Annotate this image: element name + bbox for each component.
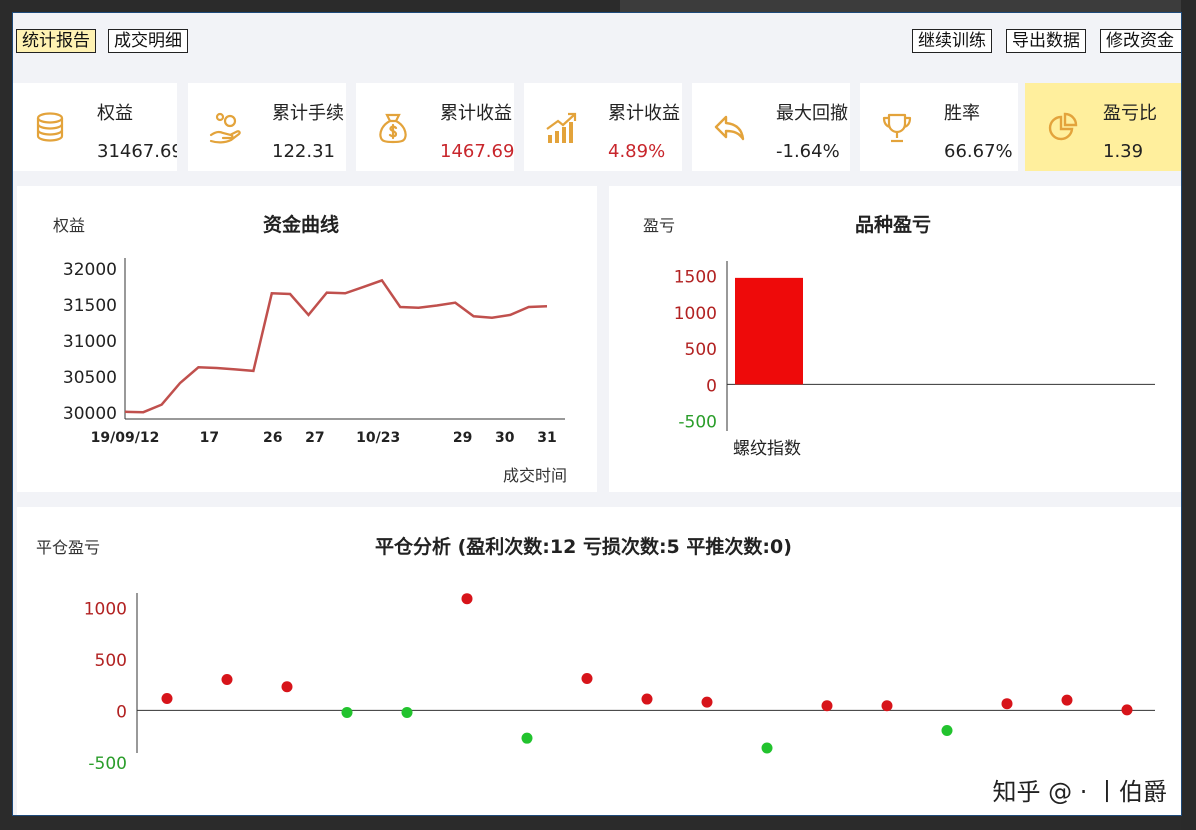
equity-x-tick-label: 30 [495,430,515,446]
coins-stack-icon [36,112,64,142]
equity-x-tick-label: 31 [537,430,556,446]
stat-card-cumulative-profit: 累计收益 1467.69 [356,83,514,171]
close-trade-point [401,706,413,718]
equity-x-tick-label: 29 [453,430,472,446]
stat-value: 1467.69 [440,141,514,162]
variety-y-tick-label: 500 [685,340,717,360]
toolbar: 统计报告 成交明细 继续训练 导出数据 修改资金 [13,13,1181,69]
close-y-tick-label: 500 [95,651,127,671]
close-trade-point [821,700,833,712]
close-trade-point [1121,704,1133,716]
equity-x-tick-label: 19/09/12 [91,430,160,446]
pie-chart-icon [1048,112,1078,141]
export-data-button[interactable]: 导出数据 [1006,29,1086,53]
close-trade-point [281,681,293,693]
background-app-strip [620,0,1196,12]
variety-y-tick-label: 1500 [674,268,717,288]
stat-card-fees: 累计手续 122.31 [188,83,346,171]
variety-y-tick-label: 1000 [674,304,717,324]
close-analysis-panel: 平仓盈亏 平仓分析 (盈利次数:12 亏损次数:5 平推次数:0) -500 0 5… [17,507,1181,815]
equity-series-line [124,278,548,414]
trend-chart-icon [546,112,577,143]
background-app-edge [1181,0,1196,830]
watermark-text: 知乎 @ · 丨伯爵 [992,778,1167,806]
close-trade-point [941,724,953,736]
close-trade-point [1061,694,1073,706]
stat-card-profit-loss-ratio: 盈亏比 1.39 [1025,83,1181,171]
close-trade-point [221,674,233,685]
variety-bar-chart: -500 0 500 1000 1500 螺纹指数 [674,261,1155,459]
close-trade-point [881,700,893,712]
report-window: 统计报告 成交明细 继续训练 导出数据 修改资金 权益 31467.69 累计手… [12,12,1182,816]
equity-line-chart: 30000 30500 31000 31500 32000 19/09/12 17 26 27 1… [63,258,565,446]
modify-funds-button[interactable]: 修改资金 [1100,29,1181,53]
stat-label: 最大回撤 [776,103,848,124]
stat-label: 累计手续 [272,103,344,124]
stat-value: 66.67% [944,141,1013,162]
stat-value: 4.89% [608,141,666,162]
close-trade-point [461,593,473,605]
equity-x-tick-label: 26 [263,430,282,446]
equity-y-tick-label: 30000 [63,404,117,424]
equity-y-tick-label: 31500 [63,296,117,316]
close-y-tick-label: -500 [88,754,127,774]
stat-value: 122.31 [272,141,335,162]
close-trade-point [161,693,173,705]
equity-x-tick-label: 10/23 [356,430,400,446]
trophy-icon [882,113,912,143]
stat-value: -1.64% [776,141,840,162]
hand-coins-icon [209,112,241,144]
close-y-tick-label: 1000 [84,599,127,619]
close-y-tick-label: 0 [116,702,127,722]
continue-training-button[interactable]: 继续训练 [912,29,992,53]
stat-label: 累计收益 [440,103,512,124]
close-trade-point [641,693,653,705]
equity-y-tick-label: 32000 [63,260,117,280]
close-trade-point [521,732,533,744]
stat-value: 1.39 [1103,141,1144,162]
stat-card-equity: 权益 31467.69 [13,83,177,171]
stat-label: 权益 [97,103,133,124]
stat-card-cumulative-return: 累计收益 4.89% [524,83,682,171]
stat-label: 盈亏比 [1103,103,1157,124]
variety-y-tick-label: 0 [706,376,717,396]
stats-row: 权益 31467.69 累计手续 122.31 累计收益 1467.69 累计收… [13,83,1181,171]
equity-y-tick-label: 30500 [63,368,117,388]
equity-y-tick-label: 31000 [63,332,117,352]
equity-x-tick-label: 27 [305,430,324,446]
stat-value: 31467.69 [97,141,177,162]
money-bag-icon [379,113,407,144]
stat-card-max-drawdown: 最大回撤 -1.64% [692,83,850,171]
close-trade-point [341,706,353,718]
tab-trade-details[interactable]: 成交明细 [108,29,188,53]
stat-card-win-rate: 胜率 66.67% [860,83,1018,171]
stat-label: 累计收益 [608,103,680,124]
equity-x-tick-label: 17 [200,430,219,446]
variety-pnl-panel: 盈亏 品种盈亏 -500 0 500 1000 1500 螺纹指数 [609,186,1181,492]
undo-arrow-icon [714,115,745,141]
close-scatter-chart: -500 0 500 1000 [84,593,1155,774]
variety-bar [735,277,803,385]
stat-label: 胜率 [944,103,980,124]
equity-curve-panel: 权益 资金曲线 成交时间 30000 30500 31000 31500 32000 19… [17,186,597,492]
close-trade-point [761,742,773,754]
variety-category-label: 螺纹指数 [733,439,801,459]
tab-statistics-report[interactable]: 统计报告 [16,29,96,53]
variety-y-tick-label: -500 [678,413,717,433]
close-trade-point [701,696,713,708]
close-trade-point [581,672,593,684]
close-trade-point [1001,698,1013,710]
